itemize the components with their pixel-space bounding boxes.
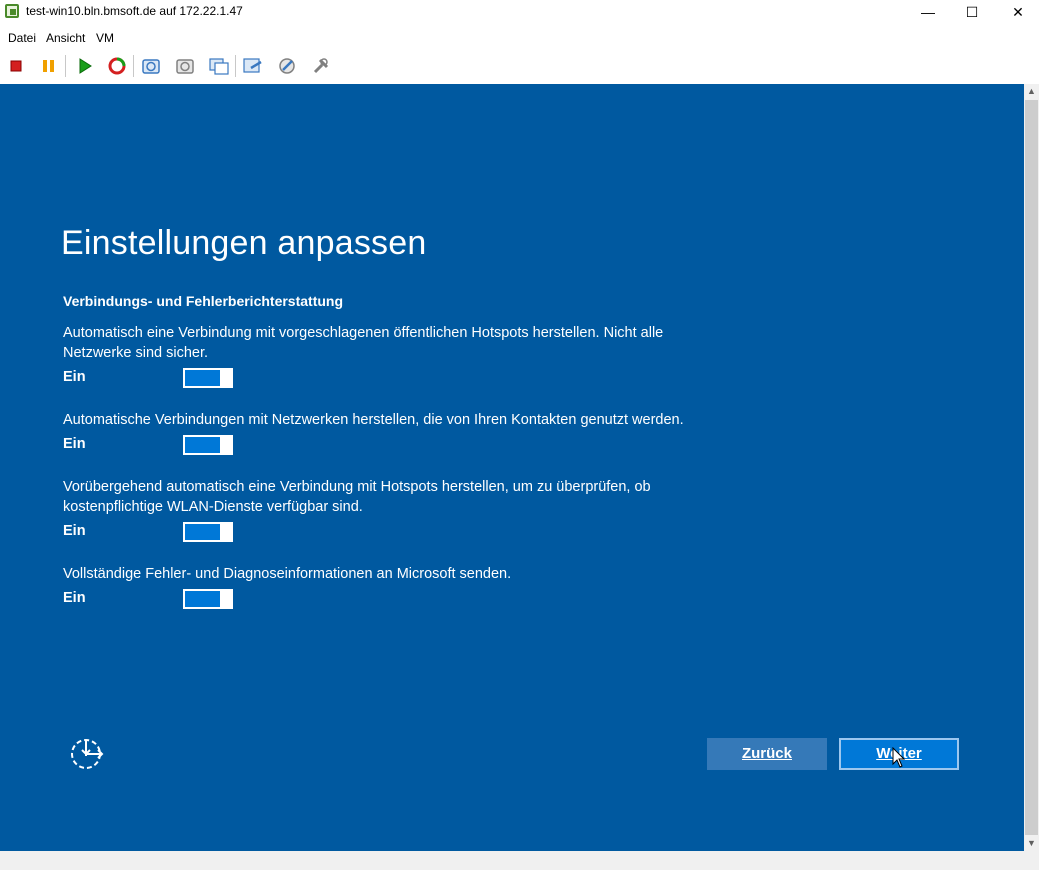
vm-console-screen[interactable]: Einstellungen anpassen Verbindungs- und … — [0, 84, 1024, 851]
toggle-knob — [220, 368, 231, 388]
minimize-button[interactable]: — — [905, 0, 951, 26]
maximize-button[interactable]: ☐ — [949, 0, 995, 26]
setting-diagnostics-toggle[interactable] — [183, 589, 233, 609]
setting-contacts-networks-state-label: Ein — [63, 436, 86, 452]
tools-icon[interactable] — [275, 54, 299, 78]
settings-icon[interactable] — [309, 54, 333, 78]
stop-icon[interactable] — [4, 54, 28, 78]
toolbar — [0, 52, 1039, 80]
setting-paid-wifi-state-label: Ein — [63, 523, 86, 539]
send-ctrl-alt-del-icon[interactable] — [241, 54, 265, 78]
back-button[interactable]: Zurück — [707, 738, 827, 770]
toolbar-separator — [235, 55, 236, 77]
menu-datei[interactable]: Datei — [8, 31, 36, 45]
pause-icon[interactable] — [37, 54, 61, 78]
menu-vm[interactable]: VM — [96, 31, 114, 45]
setting-diagnostics-state-label: Ein — [63, 590, 86, 606]
toolbar-separator — [133, 55, 134, 77]
close-button[interactable]: ✕ — [995, 0, 1039, 26]
setting-paid-wifi-toggle[interactable] — [183, 522, 233, 542]
status-bar — [0, 851, 1039, 870]
reset-icon[interactable] — [105, 54, 129, 78]
setting-paid-wifi-description: Vorübergehend automatisch eine Verbindun… — [63, 479, 651, 515]
section-heading: Verbindungs- und Fehlerberichterstattung — [63, 293, 344, 309]
setting-contacts-networks-description: Automatische Verbindungen mit Netzwerken… — [63, 412, 684, 428]
revert-snapshot-icon[interactable] — [173, 54, 197, 78]
title-bar: test-win10.bln.bmsoft.de auf 172.22.1.47… — [0, 0, 1039, 26]
setting-hotspots-state-label: Ein — [63, 369, 86, 385]
setting-hotspots-toggle[interactable] — [183, 368, 233, 388]
setting-contacts-networks-toggle[interactable] — [183, 435, 233, 455]
toggle-knob — [220, 589, 231, 609]
snapshot-icon[interactable] — [139, 54, 163, 78]
vertical-scrollbar[interactable]: ▲ ▼ — [1024, 84, 1039, 851]
ease-of-access-icon[interactable] — [68, 736, 106, 772]
manage-snapshots-icon[interactable] — [207, 54, 231, 78]
window-title: test-win10.bln.bmsoft.de auf 172.22.1.47 — [26, 4, 243, 18]
setting-diagnostics-description: Vollständige Fehler- und Diagnoseinforma… — [63, 566, 512, 582]
scroll-up-icon[interactable]: ▲ — [1024, 84, 1039, 99]
vmware-console-icon — [5, 4, 19, 18]
play-icon[interactable] — [72, 54, 96, 78]
toggle-knob — [220, 435, 231, 455]
page-title: Einstellungen anpassen — [61, 224, 427, 262]
toolbar-separator — [65, 55, 66, 77]
mouse-cursor-icon — [892, 746, 906, 769]
menu-ansicht[interactable]: Ansicht — [46, 31, 85, 45]
toggle-knob — [220, 522, 231, 542]
setting-hotspots-description: Automatisch eine Verbindung mit vorgesch… — [63, 325, 664, 361]
scroll-down-icon[interactable]: ▼ — [1024, 836, 1039, 851]
scroll-thumb[interactable] — [1025, 100, 1038, 835]
